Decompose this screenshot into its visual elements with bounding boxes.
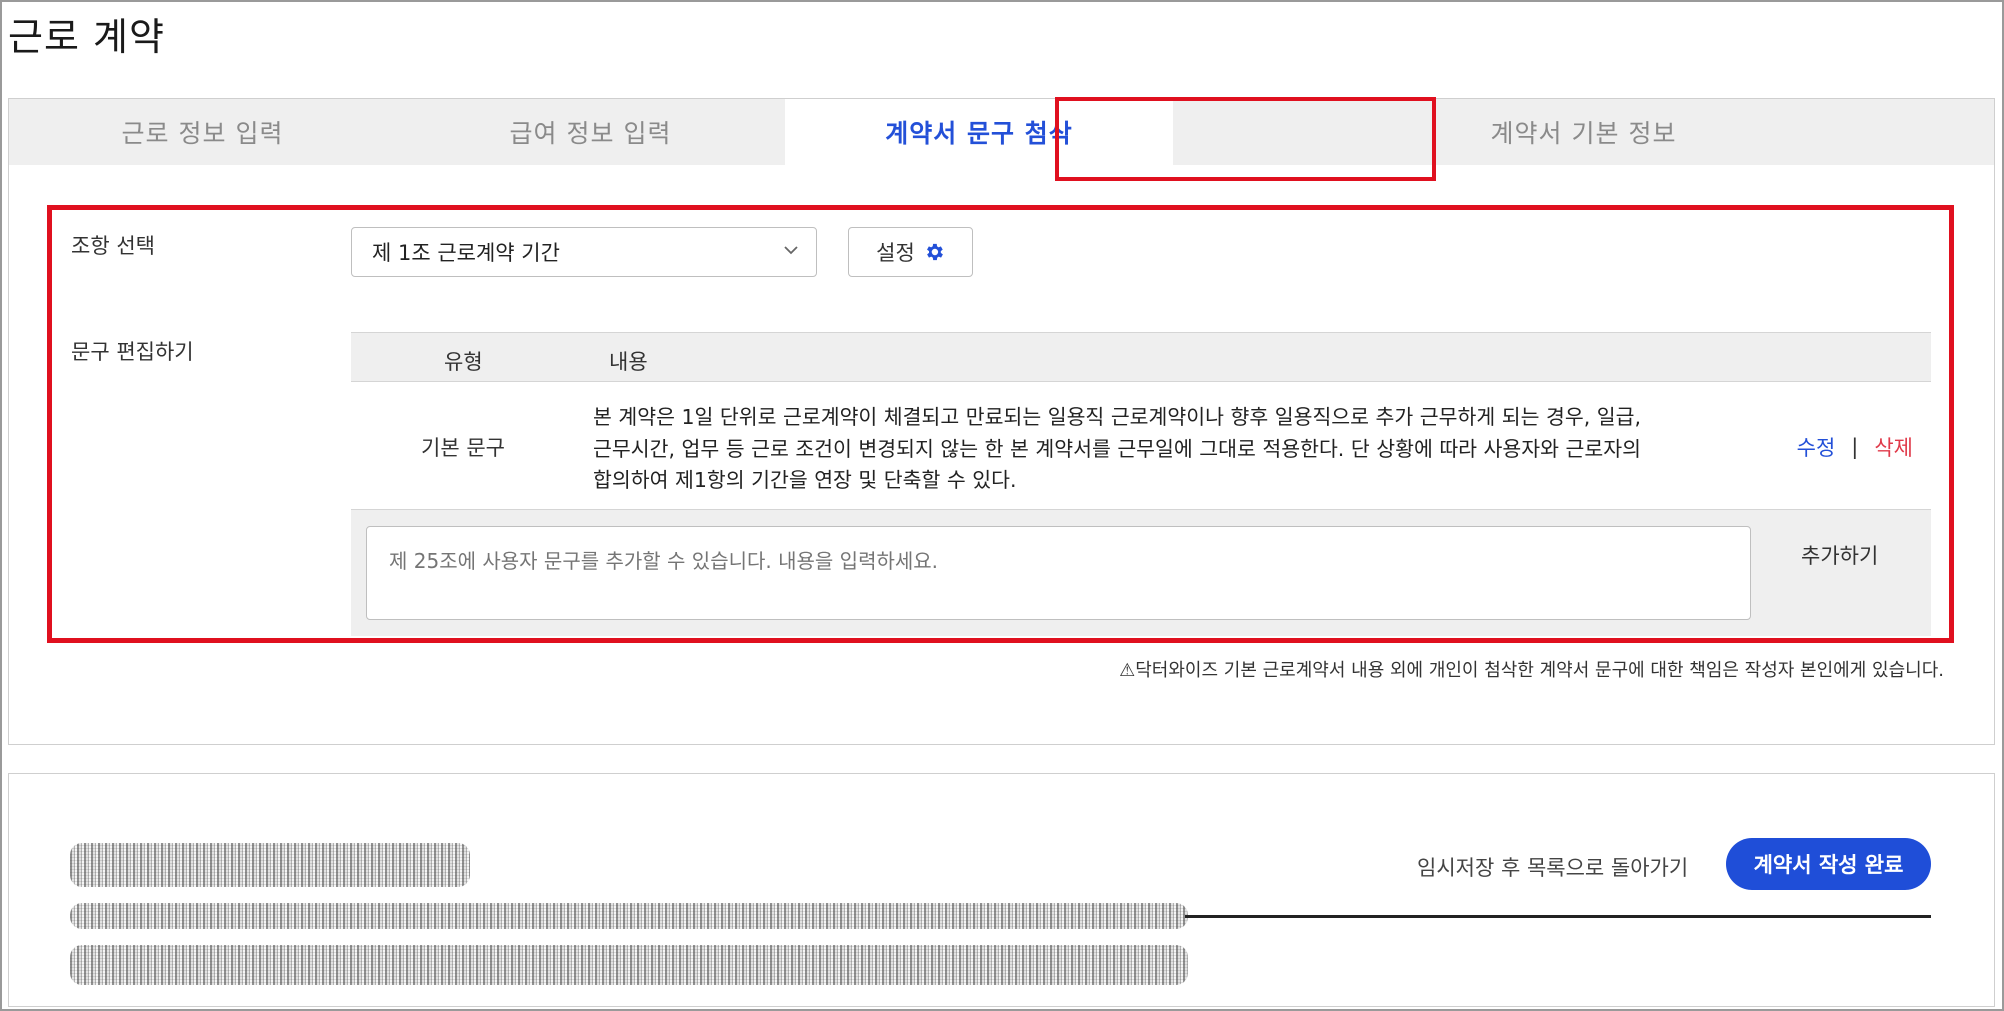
redacted-text-block xyxy=(70,903,1188,929)
complete-contract-button[interactable]: 계약서 작성 완료 xyxy=(1726,838,1931,890)
tab-salary-info[interactable]: 급여 정보 입력 xyxy=(396,99,785,165)
disclaimer-text: ⚠닥터와이즈 기본 근로계약서 내용 외에 개인이 첨삭한 계약서 문구에 대한… xyxy=(1119,660,1944,681)
redacted-text-block xyxy=(70,945,1188,985)
edit-section-highlight-box xyxy=(47,205,1954,643)
redacted-text-block xyxy=(70,843,470,887)
tab-work-info[interactable]: 근로 정보 입력 xyxy=(9,99,396,165)
tab-bar: 근로 정보 입력 급여 정보 입력 계약서 문구 첨삭 계약서 기본 정보 xyxy=(9,99,1994,165)
page-title: 근로 계약 xyxy=(8,15,165,59)
divider-line xyxy=(1185,915,1931,918)
temp-save-return-link[interactable]: 임시저장 후 목록으로 돌아가기 xyxy=(1417,852,1688,882)
active-tab-highlight-box xyxy=(1055,97,1436,181)
